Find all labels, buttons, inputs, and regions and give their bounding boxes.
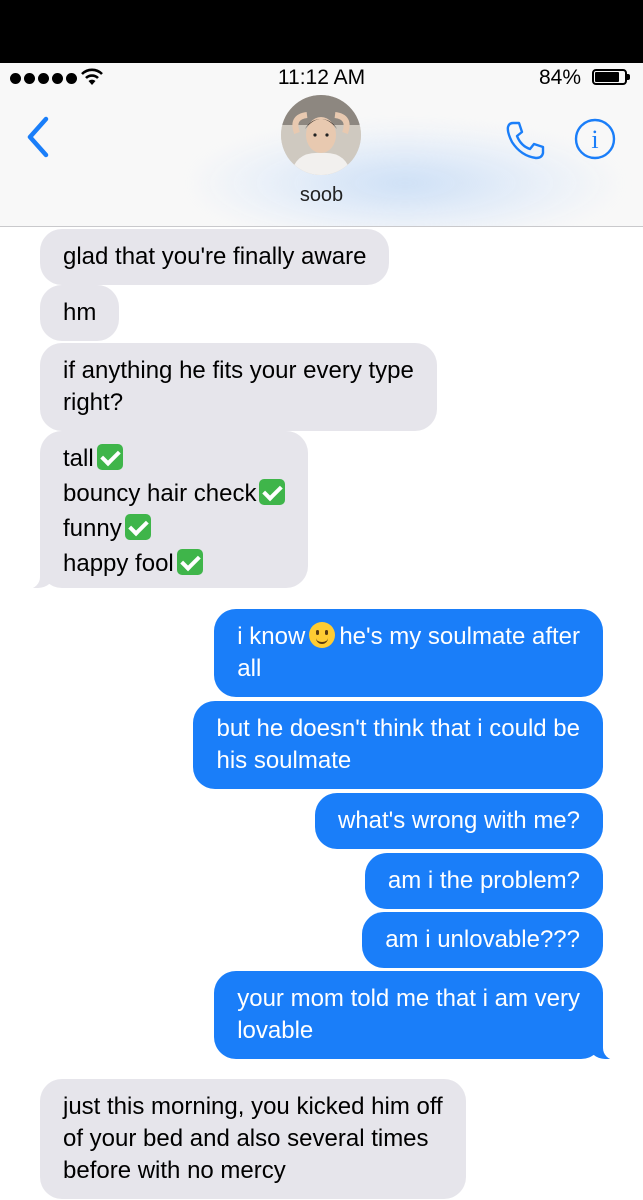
message-thread[interactable]: glad that you're finally aware hm if any… — [0, 226, 643, 1200]
battery-icon — [592, 69, 630, 85]
top-black-bar — [0, 0, 643, 63]
smiling-tear-emoji-icon — [309, 622, 336, 648]
received-message: just this morning, you kicked him off of… — [40, 1079, 466, 1199]
received-message: tall bouncy hair check funny happy fool — [20, 431, 309, 589]
sent-message: your mom told me that i am very lovable — [214, 971, 623, 1060]
sent-message: am i the problem? — [364, 853, 603, 909]
received-message: if anything he fits your every type righ… — [40, 343, 437, 431]
phone-icon[interactable] — [503, 118, 547, 162]
sent-message: am i unlovable??? — [362, 912, 603, 968]
sent-message: what's wrong with me? — [314, 793, 603, 849]
header-blur — [190, 123, 620, 226]
svg-text:i: i — [591, 125, 598, 154]
received-message: glad that you're finally aware — [40, 229, 390, 285]
contact-name[interactable]: soob — [0, 184, 643, 207]
info-icon[interactable]: i — [574, 118, 616, 160]
conversation-header: 11:12 AM 84% soob i — [0, 63, 643, 227]
back-chevron-icon[interactable] — [22, 115, 56, 159]
check-mark-icon — [124, 514, 151, 540]
sent-message: but he doesn't think that i could be his… — [193, 701, 603, 789]
sent-message: i know he's my soulmate after all — [214, 609, 603, 697]
check-mark-icon — [259, 479, 286, 505]
battery-percent: 84% — [538, 66, 581, 89]
check-mark-icon — [176, 549, 203, 575]
received-message: hm — [40, 285, 120, 341]
contact-avatar[interactable] — [281, 95, 361, 175]
check-mark-icon — [96, 444, 123, 470]
